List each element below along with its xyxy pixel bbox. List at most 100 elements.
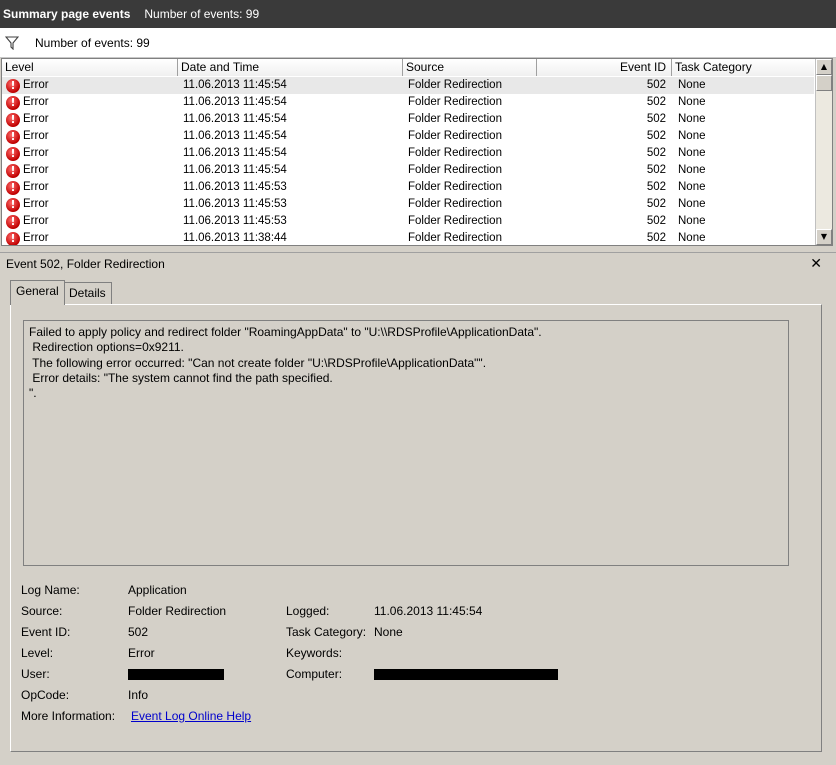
- table-row[interactable]: ! Error 11.06.2013 11:45:54 Folder Redire…: [2, 145, 814, 162]
- label-source: Source:: [21, 604, 63, 618]
- table-row[interactable]: ! Error 11.06.2013 11:45:54 Folder Redire…: [2, 94, 814, 111]
- source-cell: Folder Redirection: [408, 130, 502, 142]
- value-level: Error: [128, 646, 155, 660]
- grid-header: Level Date and Time Source Event ID Task…: [2, 59, 814, 76]
- event-log-online-help-link[interactable]: Event Log Online Help: [131, 709, 251, 723]
- date-cell: 11.06.2013 11:45:53: [183, 215, 287, 227]
- level-cell: ! Error: [6, 213, 49, 230]
- category-cell: None: [678, 96, 706, 108]
- level-cell: ! Error: [6, 77, 49, 94]
- level-text: Error: [23, 130, 49, 142]
- table-row[interactable]: ! Error 11.06.2013 11:45:53 Folder Redire…: [2, 196, 814, 213]
- scroll-down-button[interactable]: ▼: [816, 229, 832, 245]
- date-cell: 11.06.2013 11:45:53: [183, 181, 287, 193]
- level-cell: ! Error: [6, 179, 49, 196]
- label-computer: Computer:: [286, 667, 343, 681]
- tab-general[interactable]: General: [10, 280, 65, 305]
- value-logged: 11.06.2013 11:45:54: [374, 604, 483, 618]
- event-id-cell: 502: [646, 164, 666, 176]
- label-event-id: Event ID:: [21, 625, 71, 639]
- error-icon: !: [6, 214, 20, 229]
- table-row[interactable]: ! Error 11.06.2013 11:45:54 Folder Redire…: [2, 111, 814, 128]
- window-title: Summary page events: [3, 7, 131, 21]
- table-row[interactable]: ! Error 11.06.2013 11:45:54 Folder Redire…: [2, 77, 814, 94]
- event-id-cell: 502: [646, 181, 666, 193]
- source-cell: Folder Redirection: [408, 232, 502, 244]
- table-row[interactable]: ! Error 11.06.2013 11:45:54 Folder Redire…: [2, 162, 814, 179]
- error-icon: !: [6, 95, 20, 110]
- value-log-name: Application: [128, 583, 187, 597]
- column-header-level[interactable]: Level: [2, 59, 178, 76]
- events-grid: Level Date and Time Source Event ID Task…: [1, 58, 833, 246]
- label-logged: Logged:: [286, 604, 330, 618]
- source-cell: Folder Redirection: [408, 147, 502, 159]
- label-log-name: Log Name:: [21, 583, 80, 597]
- event-id-cell: 502: [646, 215, 666, 227]
- event-id-cell: 502: [646, 96, 666, 108]
- table-row[interactable]: ! Error 11.06.2013 11:45:54 Folder Redire…: [2, 128, 814, 145]
- filter-event-count: Number of events: 99: [35, 35, 150, 50]
- event-id-cell: 502: [646, 130, 666, 142]
- redacted-computer-value: [374, 669, 558, 680]
- label-keywords: Keywords:: [286, 646, 343, 660]
- error-icon: !: [6, 197, 20, 212]
- level-text: Error: [23, 113, 49, 125]
- source-cell: Folder Redirection: [408, 79, 502, 91]
- scroll-thumb[interactable]: [816, 75, 832, 91]
- column-header-date[interactable]: Date and Time: [178, 59, 403, 76]
- category-cell: None: [678, 232, 706, 244]
- label-opcode: OpCode:: [21, 688, 70, 702]
- date-cell: 11.06.2013 11:45:54: [183, 79, 287, 91]
- redacted-user-value: [128, 669, 224, 680]
- tab-details[interactable]: Details: [63, 282, 112, 304]
- category-cell: None: [678, 147, 706, 159]
- error-icon: !: [6, 146, 20, 161]
- label-more-info: More Information:: [21, 709, 116, 723]
- error-icon: !: [6, 129, 20, 144]
- level-text: Error: [23, 215, 49, 227]
- level-cell: ! Error: [6, 162, 49, 179]
- vertical-scrollbar[interactable]: ▲ ▼: [815, 59, 832, 245]
- level-text: Error: [23, 79, 49, 91]
- source-cell: Folder Redirection: [408, 215, 502, 227]
- category-cell: None: [678, 130, 706, 142]
- level-text: Error: [23, 181, 49, 193]
- column-header-event-id[interactable]: Event ID: [537, 59, 672, 76]
- event-id-cell: 502: [646, 79, 666, 91]
- filter-bar: Number of events: 99: [0, 28, 836, 58]
- source-cell: Folder Redirection: [408, 198, 502, 210]
- table-row[interactable]: ! Error 11.06.2013 11:38:44 Folder Redire…: [2, 230, 814, 245]
- level-cell: ! Error: [6, 111, 49, 128]
- label-user: User:: [21, 667, 50, 681]
- funnel-icon[interactable]: [5, 35, 19, 50]
- title-event-count: Number of events: 99: [144, 7, 260, 21]
- date-cell: 11.06.2013 11:38:44: [183, 232, 287, 244]
- date-cell: 11.06.2013 11:45:54: [183, 130, 287, 142]
- scroll-up-button[interactable]: ▲: [816, 59, 832, 75]
- category-cell: None: [678, 215, 706, 227]
- column-header-task-category[interactable]: Task Category: [672, 59, 814, 76]
- level-cell: ! Error: [6, 196, 49, 213]
- table-row[interactable]: ! Error 11.06.2013 11:45:53 Folder Redire…: [2, 213, 814, 230]
- level-cell: ! Error: [6, 230, 49, 245]
- level-text: Error: [23, 232, 49, 244]
- event-message[interactable]: Failed to apply policy and redirect fold…: [23, 320, 789, 566]
- value-opcode: Info: [128, 688, 149, 702]
- level-cell: ! Error: [6, 128, 49, 145]
- event-id-cell: 502: [646, 147, 666, 159]
- value-event-id: 502: [128, 625, 149, 639]
- level-text: Error: [23, 198, 49, 210]
- label-task-category: Task Category:: [286, 625, 367, 639]
- category-cell: None: [678, 198, 706, 210]
- column-header-source[interactable]: Source: [403, 59, 537, 76]
- table-row[interactable]: ! Error 11.06.2013 11:45:53 Folder Redire…: [2, 179, 814, 196]
- event-id-cell: 502: [646, 198, 666, 210]
- value-task-category: None: [374, 625, 403, 639]
- source-cell: Folder Redirection: [408, 181, 502, 193]
- error-icon: !: [6, 231, 20, 245]
- error-icon: !: [6, 112, 20, 127]
- date-cell: 11.06.2013 11:45:54: [183, 164, 287, 176]
- level-text: Error: [23, 147, 49, 159]
- detail-title: Event 502, Folder Redirection: [6, 256, 165, 271]
- close-icon[interactable]: ✕: [810, 256, 822, 272]
